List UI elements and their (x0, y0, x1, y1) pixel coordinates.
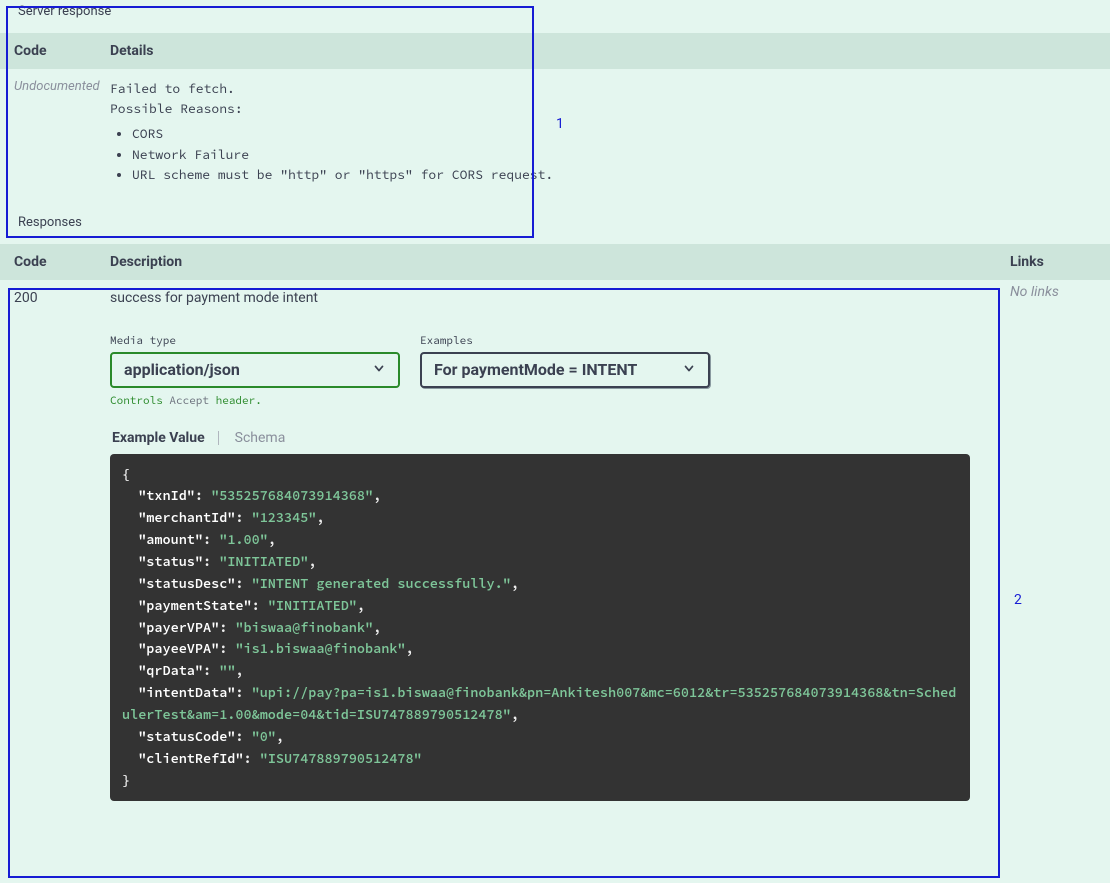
media-type-label: Media type (110, 334, 400, 348)
selectors-row: Media type application/json Controls Acc… (110, 334, 1010, 408)
reasons-list: CORS Network Failure URL scheme must be … (110, 124, 1110, 185)
media-type-value: application/json (124, 360, 240, 379)
col-header-description: Description (110, 244, 1010, 280)
server-response-header-row: Code Details (0, 33, 1110, 69)
reason-item: URL scheme must be "http" or "https" for… (132, 165, 1110, 185)
example-tabs: Example Value Schema (110, 428, 1010, 448)
status-code-200: 200 (0, 280, 110, 812)
server-response-table: Code Details Undocumented Failed to fetc… (0, 33, 1110, 197)
server-response-title: Server response (0, 0, 1110, 25)
response-description-text: success for payment mode intent (110, 290, 1010, 306)
examples-label: Examples (420, 334, 710, 348)
media-type-select[interactable]: application/json (110, 352, 400, 388)
examples-value: For paymentMode = INTENT (434, 360, 637, 379)
examples-wrap: Examples For paymentMode = INTENT (420, 334, 710, 388)
accept-hint: Controls Accept header. (110, 394, 400, 408)
responses-header-row: Code Description Links (0, 244, 1110, 280)
example-json-block[interactable]: { "txnId": "535257684073914368", "mercha… (110, 454, 970, 802)
fail-message: Failed to fetch. (110, 79, 1110, 99)
col-header-code: Code (0, 33, 110, 69)
reason-item: CORS (132, 124, 1110, 144)
responses-title: Responses (0, 197, 1110, 236)
chevron-down-icon (682, 360, 696, 379)
examples-select[interactable]: For paymentMode = INTENT (420, 352, 710, 388)
response-details: Failed to fetch. Possible Reasons: CORS … (110, 69, 1110, 197)
response-description-cell: success for payment mode intent Media ty… (110, 280, 1010, 812)
col-header-details: Details (110, 33, 1110, 69)
col-header-links: Links (1010, 244, 1110, 280)
reasons-label: Possible Reasons: (110, 99, 1110, 119)
tab-separator (218, 431, 219, 445)
media-type-wrap: Media type application/json Controls Acc… (110, 334, 400, 408)
tab-schema[interactable]: Schema (233, 428, 288, 448)
server-response-row: Undocumented Failed to fetch. Possible R… (0, 69, 1110, 197)
reason-item: Network Failure (132, 145, 1110, 165)
chevron-down-icon (372, 360, 386, 379)
responses-row-200: 200 success for payment mode intent Medi… (0, 280, 1110, 812)
tab-example-value[interactable]: Example Value (110, 428, 207, 448)
col-header-code2: Code (0, 244, 110, 280)
responses-table: Code Description Links 200 success for p… (0, 244, 1110, 812)
no-links: No links (1010, 280, 1110, 812)
response-code-undocumented: Undocumented (0, 69, 110, 197)
